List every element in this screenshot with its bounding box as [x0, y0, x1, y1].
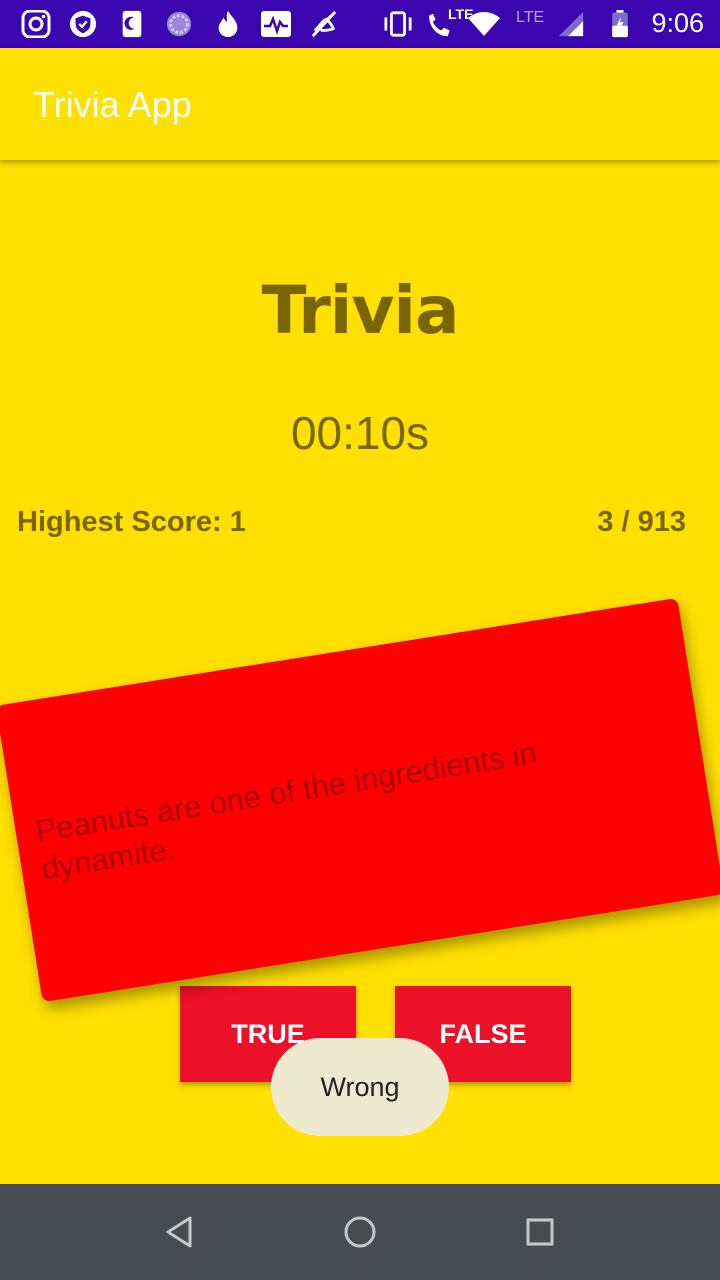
trivia-heading: Trivia [261, 272, 459, 349]
highest-score-label: Highest Score: 1 [17, 506, 246, 538]
signal-icon [558, 11, 584, 37]
circle-spinner-icon [166, 11, 192, 37]
question-counter: 3 / 913 [597, 506, 686, 538]
flame-icon [218, 10, 238, 38]
night-mode-icon [122, 10, 142, 38]
lte-label-2: LTE [516, 9, 545, 26]
navigation-bar [0, 1184, 720, 1280]
mute-icon [311, 10, 337, 38]
question-card[interactable]: Peanuts are one of the ingredients in dy… [0, 597, 720, 1003]
timer-display: 00:10s [290, 407, 430, 459]
status-time: 9:06 [651, 8, 704, 38]
app-title: Trivia App [33, 84, 192, 125]
main-content: Trivia 00:10s Highest Score: 1 3 / 913 P… [0, 160, 720, 1184]
status-bar: LTE LTE 9:06 [0, 0, 720, 48]
back-icon[interactable] [156, 1208, 204, 1256]
shield-check-icon [69, 10, 97, 38]
toast-message: Wrong [271, 1038, 449, 1136]
question-text: Peanuts are one of the ingredients in dy… [33, 735, 540, 887]
home-icon[interactable] [336, 1208, 384, 1256]
recents-icon[interactable] [516, 1208, 564, 1256]
app-bar: Trivia App [0, 48, 720, 160]
wifi-icon [468, 12, 500, 36]
activity-chart-icon [261, 11, 291, 37]
battery-charging-icon [612, 10, 628, 38]
vibrate-icon [384, 11, 412, 37]
instagram-icon [21, 10, 51, 38]
